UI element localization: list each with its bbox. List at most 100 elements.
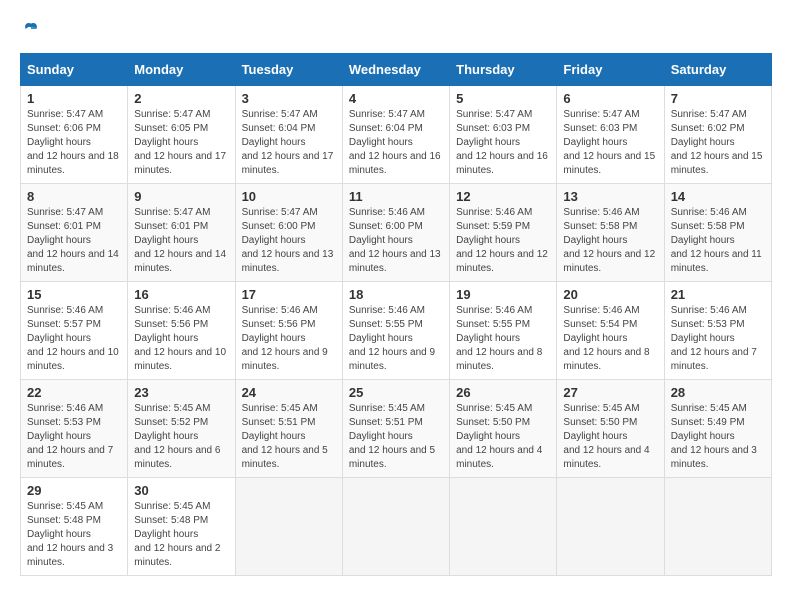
day-number: 6: [563, 91, 657, 106]
day-detail: Sunrise: 5:47 AMSunset: 6:03 PMDaylight …: [456, 108, 550, 178]
calendar-cell: 25 Sunrise: 5:45 AMSunset: 5:51 PMDaylig…: [342, 380, 449, 478]
day-detail: Sunrise: 5:47 AMSunset: 6:01 PMDaylight …: [134, 206, 228, 276]
day-detail: Sunrise: 5:45 AMSunset: 5:50 PMDaylight …: [456, 402, 550, 472]
day-number: 16: [134, 287, 228, 302]
calendar-cell: 1 Sunrise: 5:47 AMSunset: 6:06 PMDayligh…: [21, 86, 128, 184]
day-detail: Sunrise: 5:46 AMSunset: 5:53 PMDaylight …: [27, 402, 121, 472]
calendar-cell: [342, 478, 449, 576]
day-detail: Sunrise: 5:47 AMSunset: 6:03 PMDaylight …: [563, 108, 657, 178]
day-detail: Sunrise: 5:45 AMSunset: 5:51 PMDaylight …: [242, 402, 336, 472]
calendar-cell: 22 Sunrise: 5:46 AMSunset: 5:53 PMDaylig…: [21, 380, 128, 478]
day-number: 20: [563, 287, 657, 302]
logo-bird-icon: [22, 20, 40, 38]
day-detail: Sunrise: 5:45 AMSunset: 5:48 PMDaylight …: [27, 500, 121, 570]
calendar-cell: 8 Sunrise: 5:47 AMSunset: 6:01 PMDayligh…: [21, 184, 128, 282]
day-number: 18: [349, 287, 443, 302]
day-detail: Sunrise: 5:46 AMSunset: 5:54 PMDaylight …: [563, 304, 657, 374]
calendar-cell: 13 Sunrise: 5:46 AMSunset: 5:58 PMDaylig…: [557, 184, 664, 282]
day-number: 17: [242, 287, 336, 302]
calendar-cell: 28 Sunrise: 5:45 AMSunset: 5:49 PMDaylig…: [664, 380, 771, 478]
calendar-body: 1 Sunrise: 5:47 AMSunset: 6:06 PMDayligh…: [21, 86, 772, 576]
day-detail: Sunrise: 5:46 AMSunset: 5:53 PMDaylight …: [671, 304, 765, 374]
calendar-cell: 12 Sunrise: 5:46 AMSunset: 5:59 PMDaylig…: [450, 184, 557, 282]
col-header-tuesday: Tuesday: [235, 54, 342, 86]
day-detail: Sunrise: 5:47 AMSunset: 6:04 PMDaylight …: [349, 108, 443, 178]
calendar-cell: 21 Sunrise: 5:46 AMSunset: 5:53 PMDaylig…: [664, 282, 771, 380]
day-number: 9: [134, 189, 228, 204]
calendar-cell: 15 Sunrise: 5:46 AMSunset: 5:57 PMDaylig…: [21, 282, 128, 380]
day-number: 2: [134, 91, 228, 106]
day-detail: Sunrise: 5:47 AMSunset: 6:06 PMDaylight …: [27, 108, 121, 178]
calendar-cell: [557, 478, 664, 576]
page-header: [20, 20, 772, 38]
calendar-cell: 20 Sunrise: 5:46 AMSunset: 5:54 PMDaylig…: [557, 282, 664, 380]
col-header-thursday: Thursday: [450, 54, 557, 86]
calendar-week-2: 8 Sunrise: 5:47 AMSunset: 6:01 PMDayligh…: [21, 184, 772, 282]
day-detail: Sunrise: 5:46 AMSunset: 6:00 PMDaylight …: [349, 206, 443, 276]
day-detail: Sunrise: 5:46 AMSunset: 5:57 PMDaylight …: [27, 304, 121, 374]
day-number: 8: [27, 189, 121, 204]
calendar-cell: [664, 478, 771, 576]
calendar-cell: 26 Sunrise: 5:45 AMSunset: 5:50 PMDaylig…: [450, 380, 557, 478]
day-detail: Sunrise: 5:47 AMSunset: 6:01 PMDaylight …: [27, 206, 121, 276]
calendar-cell: 14 Sunrise: 5:46 AMSunset: 5:58 PMDaylig…: [664, 184, 771, 282]
day-number: 29: [27, 483, 121, 498]
calendar-cell: 10 Sunrise: 5:47 AMSunset: 6:00 PMDaylig…: [235, 184, 342, 282]
day-detail: Sunrise: 5:45 AMSunset: 5:50 PMDaylight …: [563, 402, 657, 472]
calendar-cell: 30 Sunrise: 5:45 AMSunset: 5:48 PMDaylig…: [128, 478, 235, 576]
calendar-cell: [450, 478, 557, 576]
calendar-cell: 18 Sunrise: 5:46 AMSunset: 5:55 PMDaylig…: [342, 282, 449, 380]
day-number: 7: [671, 91, 765, 106]
calendar-cell: 16 Sunrise: 5:46 AMSunset: 5:56 PMDaylig…: [128, 282, 235, 380]
day-number: 5: [456, 91, 550, 106]
col-header-friday: Friday: [557, 54, 664, 86]
calendar-cell: 2 Sunrise: 5:47 AMSunset: 6:05 PMDayligh…: [128, 86, 235, 184]
calendar-week-5: 29 Sunrise: 5:45 AMSunset: 5:48 PMDaylig…: [21, 478, 772, 576]
calendar-week-1: 1 Sunrise: 5:47 AMSunset: 6:06 PMDayligh…: [21, 86, 772, 184]
day-number: 23: [134, 385, 228, 400]
day-detail: Sunrise: 5:45 AMSunset: 5:49 PMDaylight …: [671, 402, 765, 472]
day-number: 28: [671, 385, 765, 400]
day-number: 26: [456, 385, 550, 400]
calendar-cell: 17 Sunrise: 5:46 AMSunset: 5:56 PMDaylig…: [235, 282, 342, 380]
calendar-cell: 7 Sunrise: 5:47 AMSunset: 6:02 PMDayligh…: [664, 86, 771, 184]
day-detail: Sunrise: 5:46 AMSunset: 5:58 PMDaylight …: [563, 206, 657, 276]
day-number: 14: [671, 189, 765, 204]
day-number: 12: [456, 189, 550, 204]
day-detail: Sunrise: 5:46 AMSunset: 5:59 PMDaylight …: [456, 206, 550, 276]
day-number: 1: [27, 91, 121, 106]
day-number: 27: [563, 385, 657, 400]
day-detail: Sunrise: 5:46 AMSunset: 5:56 PMDaylight …: [242, 304, 336, 374]
day-number: 11: [349, 189, 443, 204]
day-number: 3: [242, 91, 336, 106]
day-detail: Sunrise: 5:45 AMSunset: 5:52 PMDaylight …: [134, 402, 228, 472]
calendar-cell: 3 Sunrise: 5:47 AMSunset: 6:04 PMDayligh…: [235, 86, 342, 184]
col-header-saturday: Saturday: [664, 54, 771, 86]
day-detail: Sunrise: 5:45 AMSunset: 5:48 PMDaylight …: [134, 500, 228, 570]
col-header-monday: Monday: [128, 54, 235, 86]
day-detail: Sunrise: 5:47 AMSunset: 6:02 PMDaylight …: [671, 108, 765, 178]
day-number: 21: [671, 287, 765, 302]
day-detail: Sunrise: 5:46 AMSunset: 5:55 PMDaylight …: [349, 304, 443, 374]
calendar-cell: 19 Sunrise: 5:46 AMSunset: 5:55 PMDaylig…: [450, 282, 557, 380]
day-detail: Sunrise: 5:45 AMSunset: 5:51 PMDaylight …: [349, 402, 443, 472]
day-number: 24: [242, 385, 336, 400]
day-number: 4: [349, 91, 443, 106]
calendar-week-4: 22 Sunrise: 5:46 AMSunset: 5:53 PMDaylig…: [21, 380, 772, 478]
calendar-cell: 5 Sunrise: 5:47 AMSunset: 6:03 PMDayligh…: [450, 86, 557, 184]
day-number: 15: [27, 287, 121, 302]
calendar-table: SundayMondayTuesdayWednesdayThursdayFrid…: [20, 53, 772, 576]
logo: [20, 20, 40, 38]
calendar-cell: 29 Sunrise: 5:45 AMSunset: 5:48 PMDaylig…: [21, 478, 128, 576]
day-detail: Sunrise: 5:46 AMSunset: 5:56 PMDaylight …: [134, 304, 228, 374]
calendar-cell: 24 Sunrise: 5:45 AMSunset: 5:51 PMDaylig…: [235, 380, 342, 478]
day-number: 25: [349, 385, 443, 400]
day-detail: Sunrise: 5:47 AMSunset: 6:00 PMDaylight …: [242, 206, 336, 276]
col-header-wednesday: Wednesday: [342, 54, 449, 86]
calendar-cell: 11 Sunrise: 5:46 AMSunset: 6:00 PMDaylig…: [342, 184, 449, 282]
day-number: 30: [134, 483, 228, 498]
day-detail: Sunrise: 5:46 AMSunset: 5:55 PMDaylight …: [456, 304, 550, 374]
day-detail: Sunrise: 5:47 AMSunset: 6:04 PMDaylight …: [242, 108, 336, 178]
calendar-cell: [235, 478, 342, 576]
day-number: 10: [242, 189, 336, 204]
